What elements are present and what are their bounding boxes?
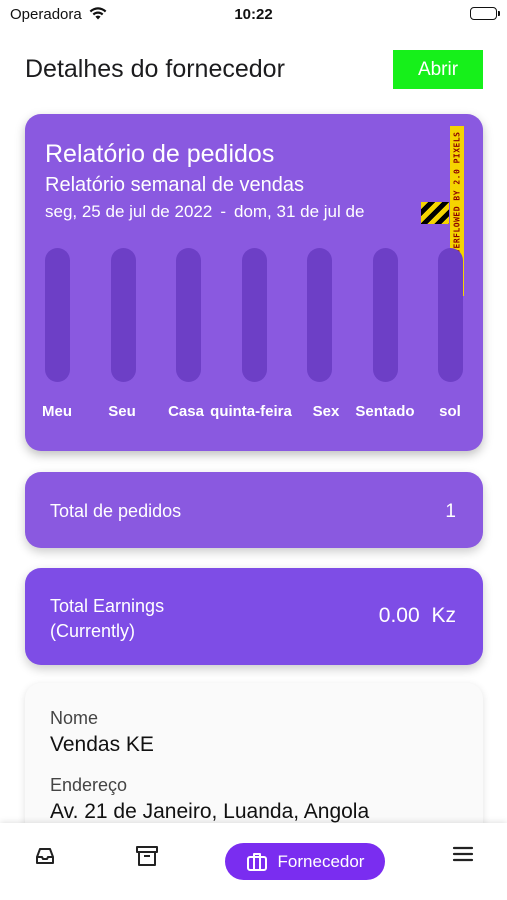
page-title: Detalhes do fornecedor [25,55,285,83]
briefcase-icon [246,852,267,871]
clock: 10:22 [234,6,273,23]
chart-bar [372,248,398,382]
chart-bar [241,248,267,382]
chart-day-label: quinta-feira [210,403,292,420]
chart-day-label: Casa [168,403,204,420]
overflow-stripe-marker [421,202,449,224]
chart-day-label: Meu [42,403,72,420]
chart-day-label: Sex [312,403,340,420]
nav-archive-icon[interactable] [135,845,159,867]
report-date-range: seg, 25 de jul de 2022- dom, 31 de jul de [45,202,364,222]
report-subtitle: Relatório semanal de vendas [45,174,305,196]
chart-bar [45,248,70,382]
date-start: seg, 25 de jul de 2022 [45,202,213,221]
nav-vendor-label: Fornecedor [277,851,365,871]
total-earnings-label-line1: Total Earnings [50,596,165,616]
orders-report-card: Relatório de pedidos Relatório semanal d… [25,114,483,451]
date-end: dom, 31 de jul de [233,202,365,221]
weekly-bar-chart [45,248,463,382]
total-orders-value: 1 [445,501,456,522]
vendor-details-screen: Operadora 10:22 Detalhes do fornecedor A… [0,0,507,900]
total-earnings-value: 0.00 Kz [378,604,456,627]
report-title: Relatório de pedidos [45,140,275,168]
vendor-name-label: Nome [50,708,99,728]
chart-bar [176,248,201,382]
chart-bar [110,248,136,382]
open-button[interactable]: Abrir [393,50,483,89]
vendor-address-label: Endereço [50,775,128,795]
total-earnings-card[interactable]: Total Earnings (Currently) 0.00 Kz [25,568,483,665]
chart-day-label: Sentado [355,403,415,420]
nav-vendor-tab[interactable]: Fornecedor [225,843,385,880]
chart-bar [307,248,332,382]
total-earnings-label-line2: (Currently) [50,621,136,641]
battery-icon [470,7,500,20]
date-separator: - [220,202,226,221]
chart-bar [438,248,463,382]
vendor-address-value: Av. 21 de Janeiro, Luanda, Angola [50,800,370,823]
chart-day-label: sol [439,403,461,420]
nav-menu-icon[interactable] [452,845,474,863]
vendor-name-value: Vendas KE [50,733,154,756]
status-bar: Operadora 10:22 [0,0,507,30]
nav-inbox-icon[interactable] [34,845,56,867]
vendor-info-card: Nome Vendas KE Endereço Av. 21 de Janeir… [25,683,483,843]
total-earnings-label: Total Earnings (Currently) [50,594,164,644]
chart-day-label: Seu [108,403,136,420]
total-orders-label: Total de pedidos [50,501,182,521]
total-orders-card[interactable]: Total de pedidos 1 [25,472,483,548]
bottom-navigation: Fornecedor [0,823,507,900]
